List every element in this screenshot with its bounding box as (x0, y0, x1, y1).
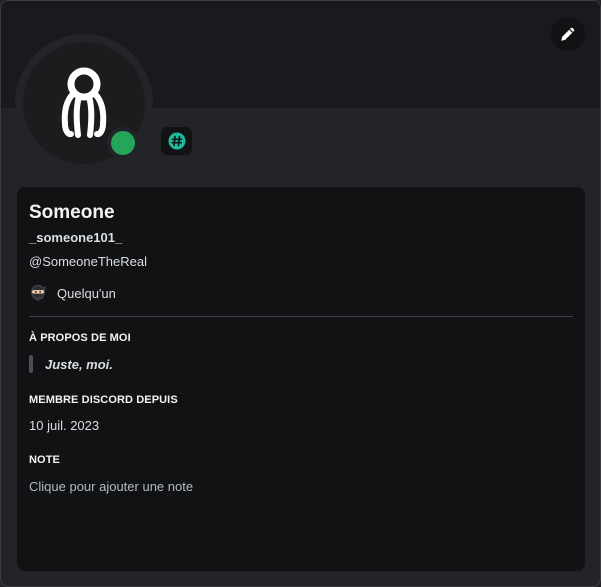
pronouns: @SomeoneTheReal (29, 254, 147, 269)
divider (29, 316, 573, 317)
pencil-icon (561, 27, 575, 41)
profile-details-panel: Someone _someone101_ @SomeoneTheReal Que… (17, 187, 585, 571)
note-input[interactable]: Clique pour ajouter une note (29, 479, 573, 495)
member-since-date: 10 juil. 2023 (29, 418, 100, 433)
note-heading: NOTE (29, 454, 60, 466)
profile-badge[interactable] (161, 127, 192, 155)
hashtag-badge-icon (168, 132, 185, 150)
display-name: Someone (29, 202, 115, 223)
about-me-text: Juste, moi. (45, 356, 113, 372)
ninja-emoji-icon (31, 285, 47, 301)
edit-profile-button[interactable] (551, 17, 585, 51)
profile-card: Someone _someone101_ @SomeoneTheReal Que… (0, 0, 601, 587)
username[interactable]: _someone101_ (29, 230, 573, 246)
custom-status: Quelqu'un (29, 284, 573, 302)
online-status-icon (111, 131, 135, 155)
about-me-quote: Juste, moi. (29, 355, 573, 373)
custom-status-text: Quelqu'un (57, 285, 116, 301)
about-me-heading: À PROPOS DE MOI (29, 332, 131, 344)
quote-bar (29, 355, 33, 373)
member-since-heading: MEMBRE DISCORD DEPUIS (29, 394, 178, 406)
